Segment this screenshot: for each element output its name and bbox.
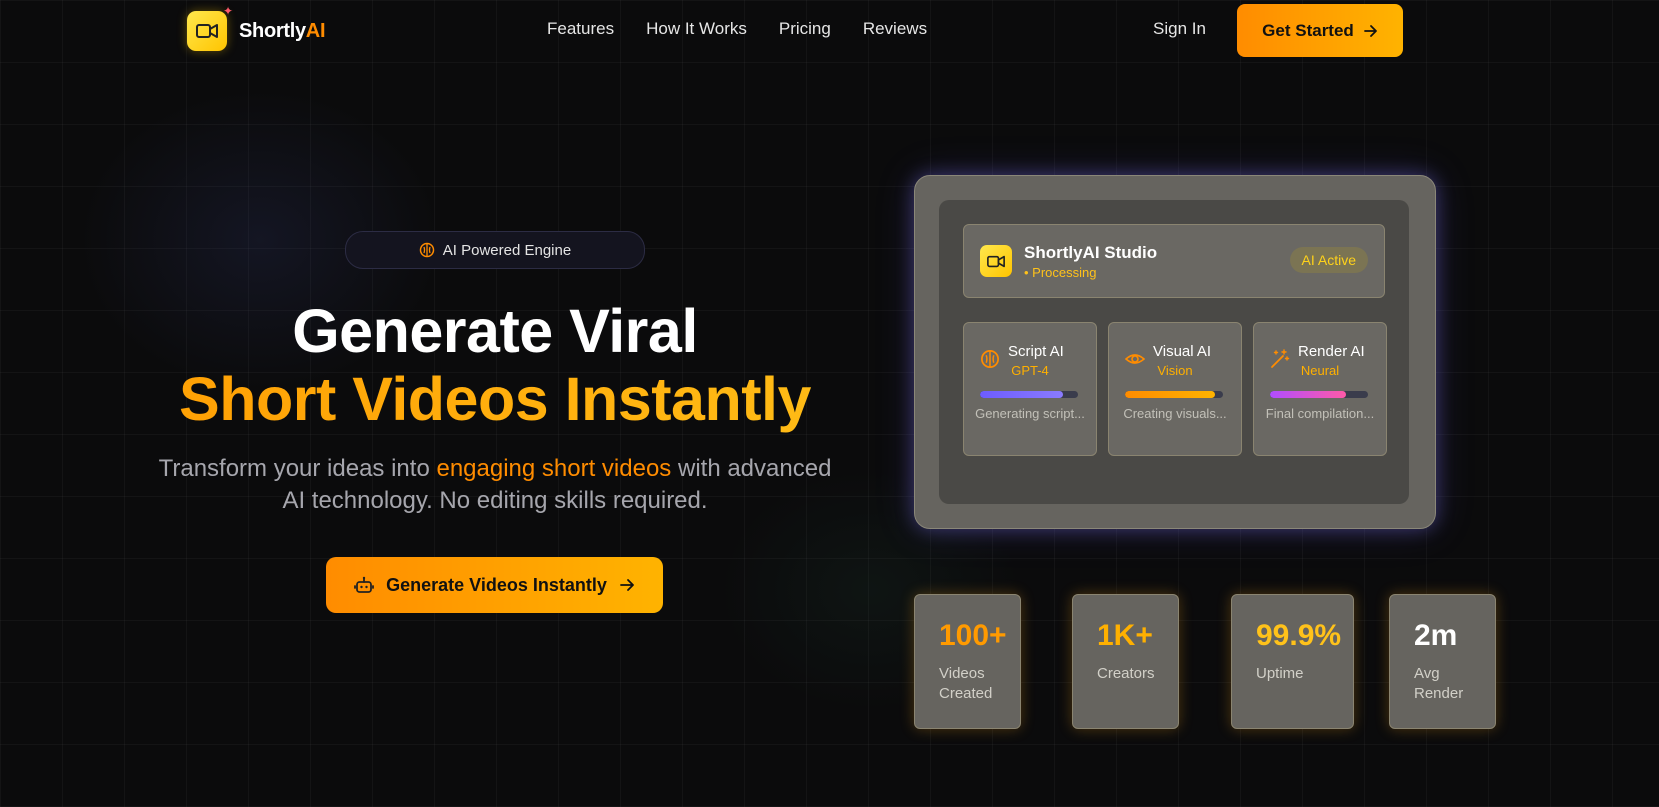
progress-fill: [980, 391, 1064, 398]
card-model: Neural: [1300, 363, 1340, 378]
studio-status: • Processing: [1024, 265, 1097, 280]
card-status: Final compilation...: [1265, 406, 1375, 421]
stat-card-videos: 100+ Videos Created: [914, 594, 1021, 729]
progress-bar: [980, 391, 1078, 398]
top-navigation: ✦ ShortlyAI Features How It Works Pricin…: [0, 0, 1659, 60]
studio-title: ShortlyAI Studio: [1024, 243, 1158, 262]
ai-active-badge: AI Active: [1289, 247, 1368, 273]
nav-links: Features How It Works Pricing Reviews: [547, 19, 927, 39]
stat-value: 2m: [1414, 619, 1458, 652]
video-camera-icon: [980, 245, 1012, 277]
card-model: GPT-4: [1011, 363, 1049, 378]
nav-link-reviews[interactable]: Reviews: [863, 19, 927, 39]
sparkle-icon: ✦: [222, 4, 233, 18]
nav-link-how-it-works[interactable]: How It Works: [646, 19, 747, 39]
card-title: Visual AI: [1153, 343, 1212, 360]
visual-ai-card: Visual AI Vision Creating visuals...: [1108, 322, 1242, 456]
progress-bar: [1125, 391, 1223, 398]
stat-value: 99.9%: [1256, 619, 1342, 652]
arrow-right-icon: [1363, 24, 1377, 37]
generate-videos-button[interactable]: Generate Videos Instantly: [326, 557, 663, 613]
subtitle-highlight: engaging short videos: [436, 455, 672, 482]
stat-value: 1K+: [1097, 619, 1153, 652]
get-started-button[interactable]: Get Started: [1237, 4, 1403, 57]
arrow-right-icon: [619, 579, 634, 591]
card-title: Render AI: [1298, 343, 1365, 360]
badge-label: AI Powered Engine: [442, 241, 572, 259]
studio-screen: ShortlyAI Studio • Processing AI Active …: [939, 200, 1409, 504]
stat-label: Creators: [1097, 665, 1155, 682]
progress-bar: [1270, 391, 1368, 398]
hero-title-line1: Generate Viral: [292, 297, 698, 365]
progress-fill: [1125, 391, 1216, 398]
stat-card-creators: 1K+ Creators: [1072, 594, 1179, 729]
stat-label: Avg Render: [1414, 665, 1464, 702]
brand-name-main: Shortly: [239, 19, 306, 42]
get-started-label: Get Started: [1262, 20, 1354, 40]
card-status: Creating visuals...: [1123, 406, 1227, 421]
stat-label: Uptime: [1256, 665, 1304, 682]
stat-card-uptime: 99.9% Uptime: [1231, 594, 1354, 729]
generate-videos-label: Generate Videos Instantly: [386, 574, 607, 595]
nav-link-pricing[interactable]: Pricing: [779, 19, 831, 39]
hero-title-line2: Short Videos Instantly: [0, 364, 990, 434]
card-title: Script AI: [1008, 343, 1064, 360]
video-camera-icon: ✦: [187, 5, 233, 51]
ai-powered-badge: AI Powered Engine: [345, 231, 645, 269]
brain-icon: [419, 242, 435, 258]
render-ai-card: Render AI Neural Final compilation...: [1253, 322, 1387, 456]
studio-header: ShortlyAI Studio • Processing AI Active: [963, 224, 1385, 298]
stat-label: Videos Created: [939, 665, 993, 702]
hero-subtitle: Transform your ideas into engaging short…: [150, 453, 840, 517]
progress-fill: [1270, 391, 1347, 398]
brand-logo[interactable]: ✦ ShortlyAI: [187, 5, 326, 51]
brand-name: ShortlyAI: [239, 19, 326, 43]
nav-link-features[interactable]: Features: [547, 19, 614, 39]
subtitle-text: Transform your ideas into: [158, 455, 437, 482]
stat-value: 100+: [939, 619, 1007, 652]
robot-icon: [354, 576, 375, 593]
brand-name-accent: AI: [305, 19, 326, 42]
script-ai-card: Script AI GPT-4 Generating script...: [963, 322, 1097, 456]
card-model: Vision: [1157, 363, 1193, 378]
sign-in-link[interactable]: Sign In: [1153, 19, 1206, 39]
card-status: Generating script...: [975, 406, 1085, 421]
stat-card-render: 2m Avg Render: [1389, 594, 1496, 729]
studio-preview-panel: ShortlyAI Studio • Processing AI Active …: [914, 175, 1436, 529]
